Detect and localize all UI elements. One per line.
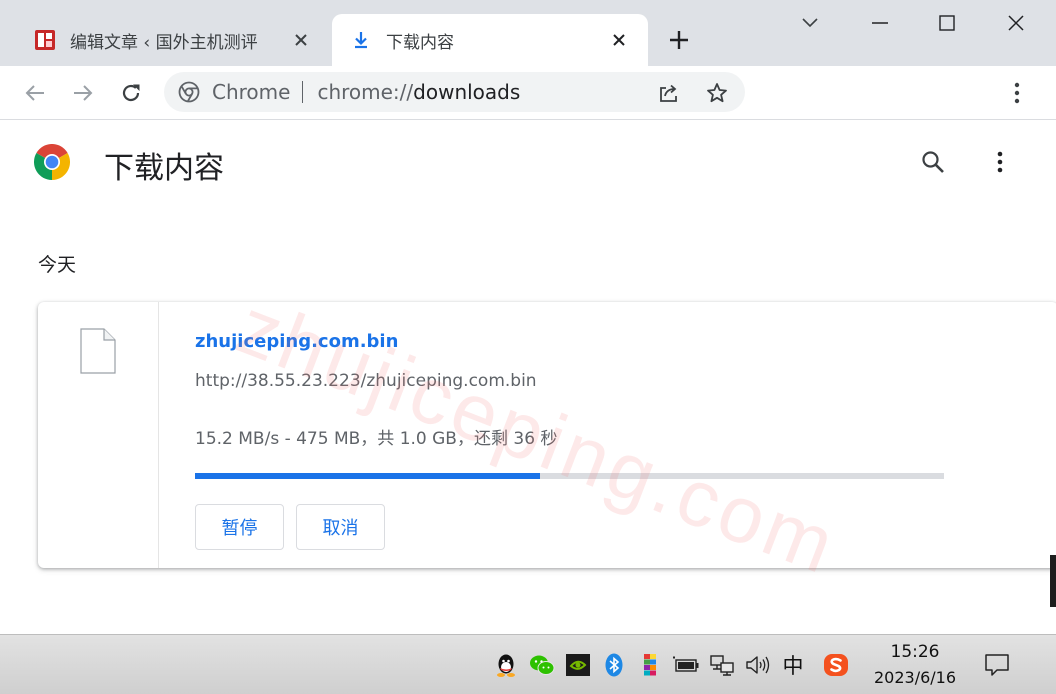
close-window-icon[interactable] bbox=[998, 8, 1034, 38]
omnibox-separator bbox=[302, 81, 304, 103]
close-tab-icon[interactable] bbox=[288, 27, 314, 53]
maximize-icon[interactable] bbox=[929, 8, 965, 38]
battery-icon[interactable] bbox=[672, 651, 700, 679]
download-status-text: 15.2 MB/s - 475 MB，共 1.0 GB，还剩 36 秒 bbox=[195, 429, 558, 449]
address-bar[interactable]: Chrome chrome://downloads bbox=[164, 72, 745, 112]
search-icon[interactable] bbox=[918, 147, 948, 177]
download-arrow-icon bbox=[348, 27, 374, 53]
network-icon[interactable] bbox=[708, 651, 736, 679]
tab-edit-article[interactable]: 编辑文章 ‹ 国外主机测评 bbox=[16, 14, 330, 66]
card-divider bbox=[158, 302, 159, 568]
clock-time: 15:26 bbox=[890, 642, 940, 662]
file-icon bbox=[80, 328, 116, 374]
close-tab-icon[interactable] bbox=[606, 27, 632, 53]
forward-arrow-icon[interactable] bbox=[68, 78, 98, 108]
download-progress-bar bbox=[195, 473, 944, 479]
url-scheme: chrome:// bbox=[317, 80, 414, 104]
downloads-header: 下载内容 bbox=[0, 121, 1056, 207]
file-source-url: http://38.55.23.223/zhujiceping.com.bin bbox=[195, 371, 537, 391]
minimize-icon[interactable] bbox=[862, 8, 898, 38]
bookmark-star-icon[interactable] bbox=[704, 80, 730, 106]
tab-downloads[interactable]: 下载内容 bbox=[332, 14, 648, 66]
date-section-label: 今天 bbox=[38, 254, 77, 276]
share-icon[interactable] bbox=[656, 80, 682, 106]
tab-title: 下载内容 bbox=[386, 32, 454, 53]
bluetooth-icon[interactable] bbox=[600, 651, 628, 679]
browser-menu-kebab-icon[interactable] bbox=[1002, 78, 1032, 108]
pause-button[interactable]: 暂停 bbox=[195, 504, 284, 550]
tab-search-chevron-icon[interactable] bbox=[792, 8, 828, 38]
clock-date: 2023/6/16 bbox=[873, 668, 957, 687]
url-text[interactable]: chrome://downloads bbox=[317, 80, 520, 104]
window-edge-shadow bbox=[1050, 555, 1056, 607]
tab-title: 编辑文章 ‹ 国外主机测评 bbox=[70, 32, 258, 53]
reload-icon[interactable] bbox=[116, 78, 146, 108]
tab-strip: 编辑文章 ‹ 国外主机测评 下载内容 bbox=[0, 0, 1056, 66]
page-title: 下载内容 bbox=[104, 151, 224, 186]
download-item-card: zhujiceping.com.bin http://38.55.23.223/… bbox=[38, 302, 1056, 568]
url-host: downloads bbox=[413, 80, 521, 104]
download-progress-fill bbox=[195, 473, 540, 479]
wechat-icon[interactable] bbox=[528, 651, 556, 679]
site-seal-icon bbox=[32, 27, 58, 53]
chrome-page-icon bbox=[178, 81, 200, 103]
new-tab-plus-icon[interactable] bbox=[664, 25, 694, 55]
sogou-icon[interactable] bbox=[822, 651, 850, 679]
nvidia-icon[interactable] bbox=[564, 651, 592, 679]
windows-taskbar: 中 15:26 2023/6/16 bbox=[0, 634, 1056, 694]
browser-toolbar: Chrome chrome://downloads bbox=[0, 66, 1056, 120]
volume-icon[interactable] bbox=[744, 651, 772, 679]
chrome-logo-icon bbox=[33, 143, 71, 184]
more-actions-kebab-icon[interactable] bbox=[985, 147, 1015, 177]
back-arrow-icon[interactable] bbox=[20, 78, 50, 108]
site-chip-label: Chrome bbox=[212, 80, 291, 104]
file-name-link[interactable]: zhujiceping.com.bin bbox=[195, 331, 398, 352]
cancel-button[interactable]: 取消 bbox=[296, 504, 385, 550]
qq-icon[interactable] bbox=[492, 651, 520, 679]
ime-indicator[interactable]: 中 bbox=[779, 649, 807, 681]
palette-app-icon[interactable] bbox=[636, 651, 664, 679]
notification-icon[interactable] bbox=[983, 651, 1011, 679]
system-clock[interactable]: 15:26 2023/6/16 bbox=[862, 639, 968, 691]
